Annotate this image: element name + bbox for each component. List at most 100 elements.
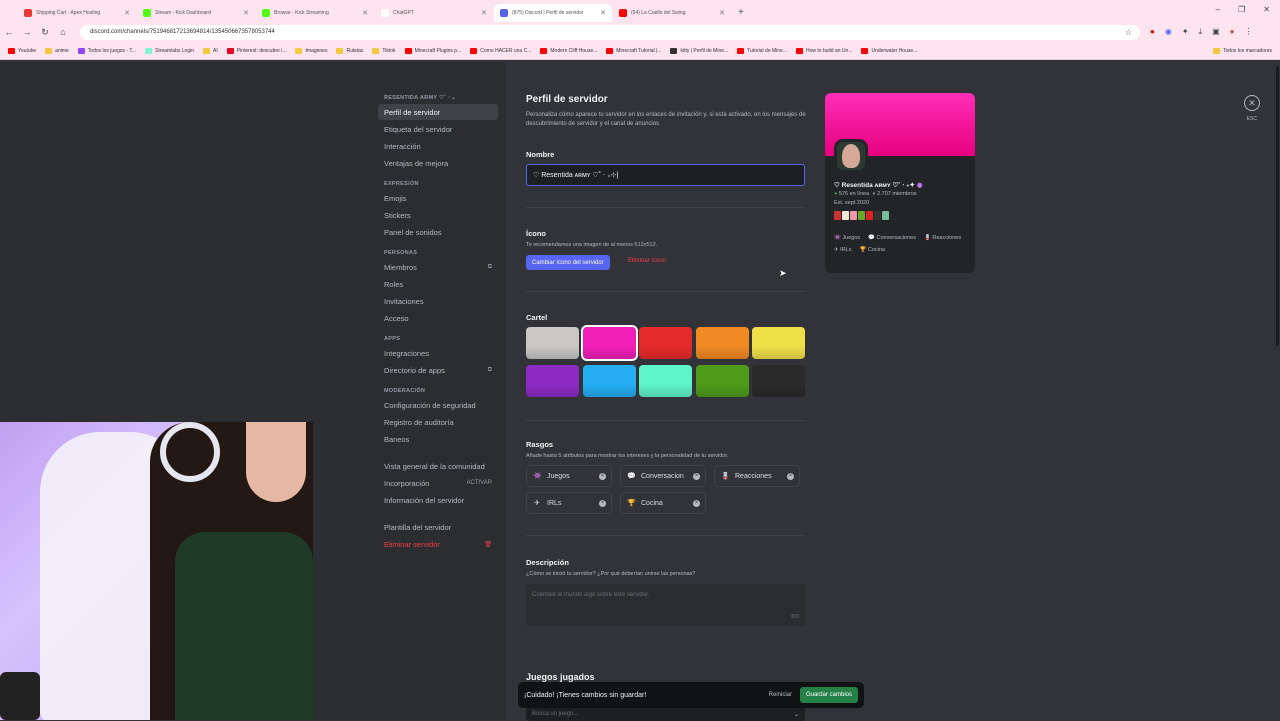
banner-color-swatch[interactable] — [580, 325, 638, 361]
boost-badge-icon: ◉ — [916, 182, 923, 189]
sidebar-item-baneos[interactable]: Baneos — [378, 431, 498, 447]
scrollbar[interactable] — [1276, 66, 1279, 346]
tab-close-icon[interactable]: ✕ — [362, 9, 368, 17]
bookmark-item[interactable]: Como HACER una C... — [470, 47, 531, 54]
sidebar-item-registro-de-auditoría[interactable]: Registro de auditoría — [378, 414, 498, 430]
banner-color-swatch[interactable] — [582, 365, 636, 397]
browser-tab-bar: Shipping Cart - Apex Hosting ✕ Stream - Ki… — [0, 0, 1280, 22]
forward-icon[interactable]: → — [18, 27, 36, 37]
bookmark-star-icon[interactable]: ☆ — [1125, 28, 1132, 37]
download-icon[interactable]: ⤓ — [1199, 27, 1203, 37]
bookmark-item[interactable]: Streamlabs Login — [145, 47, 194, 54]
sidebar-item-emojis[interactable]: Emojis — [378, 190, 498, 206]
extension-icon[interactable]: ✦ — [1182, 27, 1189, 37]
browser-tab[interactable]: ChatGPT ✕ — [375, 4, 493, 22]
banner-color-swatch[interactable] — [695, 365, 749, 397]
sidebar-item-miembros[interactable]: Miembros ⧉ — [378, 259, 498, 275]
banner-color-swatch[interactable] — [752, 327, 805, 359]
bookmark-item[interactable]: Tiktok — [372, 47, 396, 54]
sidebar-item-plantilla-del-servidor[interactable]: Plantilla del servidor — [378, 519, 498, 535]
back-icon[interactable]: ← — [0, 27, 18, 37]
bookmark-item[interactable]: Modern Cliff House... — [540, 47, 597, 54]
bookmark-item[interactable]: How to build an Un... — [796, 47, 852, 54]
sidebar-item-roles[interactable]: Roles — [378, 276, 498, 292]
banner-color-swatch[interactable] — [639, 365, 692, 397]
sidebar-item-acceso[interactable]: Acceso — [378, 310, 498, 326]
tab-close-icon[interactable]: ✕ — [719, 9, 725, 17]
bookmark-item[interactable]: kitty | Perfil de Mine... — [670, 47, 728, 54]
all-bookmarks[interactable]: Todos los marcadores — [1213, 47, 1272, 54]
description-textarea[interactable]: Cuéntale al mundo algo sobre este servid… — [526, 584, 805, 626]
profile-avatar[interactable]: ● — [1230, 27, 1235, 37]
sidebar-item-vista-general-de-la-comunidad[interactable]: Vista general de la comunidad — [378, 458, 498, 474]
remove-icon-button[interactable]: Eliminar ícono — [628, 258, 666, 264]
bookmark-item[interactable]: Youtube — [8, 47, 36, 54]
banner-color-swatch[interactable] — [526, 327, 579, 359]
sidebar-item-incorporación[interactable]: Incorporación ACTIVAR — [378, 475, 498, 491]
browser-tab[interactable]: (875) Discord | Perfil de servidor ✕ — [494, 4, 612, 22]
trait-tag[interactable]: 💬 Conversacion × — [620, 465, 706, 487]
bookmark-item[interactable]: Pinterest: descubre i... — [226, 47, 286, 54]
tab-close-icon[interactable]: ✕ — [243, 9, 249, 17]
trait-tag[interactable]: 🏆 Cocina × — [620, 492, 706, 514]
remove-trait-icon[interactable]: × — [787, 472, 794, 480]
reset-button[interactable]: Reiniciar — [769, 692, 792, 698]
sidebar-item-información-del-servidor[interactable]: Información del servidor — [378, 492, 498, 508]
reload-icon[interactable]: ↻ — [36, 27, 54, 38]
browser-tab[interactable]: Shipping Cart - Apex Hosting ✕ — [18, 4, 136, 22]
menu-icon[interactable]: ⋮ — [1244, 27, 1252, 37]
tab-close-icon[interactable]: ✕ — [600, 9, 606, 17]
trait-tag[interactable]: 👾 Juegos × — [526, 465, 612, 487]
sidebar-item-eliminar-servidor[interactable]: Eliminar servidor 🗑 — [378, 536, 498, 552]
bookmark-item[interactable]: AI — [203, 47, 218, 54]
home-icon[interactable]: ⌂ — [54, 27, 72, 37]
bookmark-item[interactable]: Minecraft Tutorial |... — [606, 47, 661, 54]
close-icon[interactable]: ✕ — [1244, 95, 1260, 111]
trait-tag[interactable]: ✈ IRLs × — [526, 492, 612, 514]
browser-tab[interactable]: Browse - Kick Streaming ✕ — [256, 4, 374, 22]
sidebar-item-directorio-de-apps[interactable]: Directorio de apps ⧉ — [378, 362, 498, 378]
maximize-icon[interactable]: ❐ — [1238, 5, 1245, 14]
browser-tab[interactable]: Stream - Kick Dashboard ✕ — [137, 4, 255, 22]
opera-icon[interactable]: ● — [1150, 27, 1155, 37]
game-search-input[interactable]: Busca un juego... ⌄ — [526, 707, 805, 721]
bookmark-item[interactable]: Underwater House... — [861, 47, 917, 54]
extension-icon[interactable]: ◉ — [1165, 27, 1172, 37]
bookmark-item[interactable]: anime — [45, 47, 69, 54]
url-field[interactable]: discord.com/channels/751946817213694814/… — [80, 24, 1140, 40]
sidebar-item-interacción[interactable]: Interacción — [378, 138, 498, 154]
sidebar-item-etiqueta-del-servidor[interactable]: Etiqueta del servidor — [378, 121, 498, 137]
close-window-icon[interactable]: ✕ — [1263, 5, 1270, 14]
remove-trait-icon[interactable]: × — [599, 499, 606, 507]
bookmark-item[interactable]: Tutorial de Mine... — [737, 47, 787, 54]
bookmark-item[interactable]: Imagenes — [295, 47, 327, 54]
server-name-input[interactable]: ♡ Resentida ᴀʀᴍʏ ♡˚ ‧ ₊⊹ | — [526, 164, 805, 186]
sidebar-item-stickers[interactable]: Stickers — [378, 207, 498, 223]
bookmark-item[interactable]: Ruletas — [336, 47, 363, 54]
change-icon-button[interactable]: Cambiar ícono del servidor — [526, 255, 610, 270]
new-tab-button[interactable]: + — [732, 7, 750, 22]
tab-close-icon[interactable]: ✕ — [481, 9, 487, 17]
save-changes-button[interactable]: Guardar cambios — [799, 687, 858, 703]
tab-close-icon[interactable]: ✕ — [124, 9, 130, 17]
minimize-icon[interactable]: – — [1216, 5, 1220, 14]
sidebar-item-integraciones[interactable]: Integraciones — [378, 345, 498, 361]
bookmark-item[interactable]: Todos los juegos - T... — [77, 47, 136, 54]
sidebar-item-ventajas-de-mejora[interactable]: Ventajas de mejora — [378, 155, 498, 171]
remove-trait-icon[interactable]: × — [693, 472, 700, 480]
bookmark-item[interactable]: Minecraft Plugins p... — [404, 47, 461, 54]
puzzle-icon[interactable]: ▣ — [1212, 27, 1220, 37]
sidebar-section-title: APPS — [384, 336, 401, 342]
sidebar-item-perfil-de-servidor[interactable]: Perfil de servidor — [378, 104, 498, 120]
remove-trait-icon[interactable]: × — [599, 472, 606, 480]
banner-color-swatch[interactable] — [695, 327, 749, 359]
trait-tag[interactable]: 🪫 Reacciones × — [714, 465, 800, 487]
sidebar-item-panel-de-sonidos[interactable]: Panel de sonidos — [378, 224, 498, 240]
banner-color-swatch[interactable] — [752, 365, 805, 397]
browser-tab[interactable]: (54) La Cuello del Swing ✕ — [613, 4, 731, 22]
remove-trait-icon[interactable]: × — [693, 499, 700, 507]
banner-color-swatch[interactable] — [526, 365, 579, 397]
banner-color-swatch[interactable] — [639, 327, 692, 359]
sidebar-item-invitaciones[interactable]: Invitaciones — [378, 293, 498, 309]
sidebar-item-configuración-de-seguridad[interactable]: Configuración de seguridad — [378, 397, 498, 413]
